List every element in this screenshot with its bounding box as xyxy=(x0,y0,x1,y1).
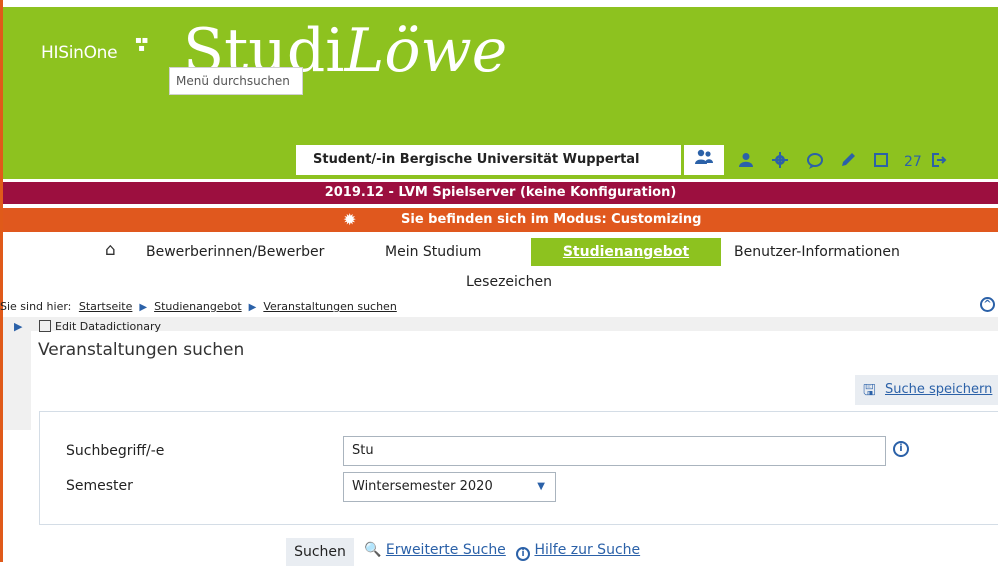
hisinone-text: HISinOne xyxy=(41,43,118,63)
edit-datadictionary-label: Edit Datadictionary xyxy=(55,320,161,333)
semester-label: Semester xyxy=(66,478,133,494)
users-icon xyxy=(695,149,713,164)
home-icon[interactable]: ⌂ xyxy=(105,236,116,264)
hisinone-dots-icon: ▪▪ ▪ xyxy=(135,35,148,54)
header: HISinOne ▪▪ ▪ StudiLöwe Menü durchsuchen… xyxy=(3,7,998,179)
advanced-search-link[interactable]: 🔍 Erweiterte Suche xyxy=(364,542,506,558)
page-title: Veranstaltungen suchen xyxy=(38,340,245,360)
main-navigation: ⌂ Bewerberinnen/Bewerber Mein Studium St… xyxy=(3,238,998,266)
edit-datadictionary-toggle[interactable]: Edit Datadictionary xyxy=(39,320,161,333)
semester-select[interactable]: Wintersemester 2020 ▼ xyxy=(343,472,556,502)
search-help-link[interactable]: i Hilfe zur Suche xyxy=(516,542,640,561)
chevron-right-icon: ▶ xyxy=(248,302,257,313)
search-form xyxy=(39,411,998,525)
floppy-disk-icon: 🖫 xyxy=(863,381,876,399)
expand-arrow-icon[interactable]: ▶ xyxy=(14,320,22,333)
toolbar-band xyxy=(31,317,998,331)
magnifier-icon: 🔍 xyxy=(364,542,382,558)
nav-item-bookmarks[interactable]: Lesezeichen xyxy=(466,274,552,290)
semester-value: Wintersemester 2020 xyxy=(352,479,493,494)
nav-item-my-studies[interactable]: Mein Studium xyxy=(385,238,481,266)
role-selector[interactable]: Student/-in Bergische Universität Wupper… xyxy=(296,145,681,175)
chevron-down-icon: ▼ xyxy=(537,481,545,492)
mode-text: Sie befinden sich im Modus: Customizing xyxy=(401,212,702,227)
menu-search-input[interactable]: Menü durchsuchen xyxy=(169,67,303,95)
search-term-label: Suchbegriff/-e xyxy=(66,443,165,459)
server-info-bar: 2019.12 - LVM Spielserver (keine Konfigu… xyxy=(3,182,998,204)
role-switch-button[interactable] xyxy=(684,145,724,175)
chat-icon[interactable] xyxy=(806,152,824,175)
search-term-input[interactable]: Stu xyxy=(343,436,886,466)
square-icon[interactable] xyxy=(873,152,889,173)
save-search-label: Suche speichern xyxy=(885,382,993,397)
pencil-icon[interactable] xyxy=(840,152,856,173)
breadcrumb-item-course-search[interactable]: Veranstaltungen suchen xyxy=(263,300,396,313)
nav-item-user-info[interactable]: Benutzer-Informationen xyxy=(734,238,900,266)
gear-icon: ✹ xyxy=(343,210,357,229)
mode-info-bar: ✹ Sie befinden sich im Modus: Customizin… xyxy=(3,208,998,232)
save-search-button[interactable]: 🖫 Suche speichern xyxy=(855,375,998,405)
checkbox[interactable] xyxy=(39,320,51,332)
side-panel-strip xyxy=(3,317,31,430)
logo-suffix: Löwe xyxy=(344,16,508,86)
search-help-label: Hilfe zur Suche xyxy=(534,542,641,558)
nav-item-applicants[interactable]: Bewerberinnen/Bewerber xyxy=(146,238,324,266)
hisinone-logo: HISinOne ▪▪ ▪ xyxy=(41,36,148,64)
breadcrumb-item-start[interactable]: Startseite xyxy=(79,300,133,313)
chevron-right-icon: ▶ xyxy=(139,302,148,313)
notification-count[interactable]: 27 xyxy=(904,154,922,170)
logout-icon[interactable] xyxy=(931,152,947,173)
gear-icon[interactable] xyxy=(772,152,788,173)
breadcrumb-prefix: Sie sind hier: xyxy=(0,300,72,313)
scroll-up-icon[interactable]: ^ xyxy=(980,297,995,312)
breadcrumb: Sie sind hier: Startseite ▶ Studienangebot… xyxy=(0,300,397,313)
info-icon: i xyxy=(516,547,530,561)
nav-item-course-offer[interactable]: Studienangebot xyxy=(531,238,721,266)
breadcrumb-item-course-offer[interactable]: Studienangebot xyxy=(154,300,242,313)
user-icon[interactable] xyxy=(738,152,754,173)
info-icon[interactable]: i xyxy=(893,441,909,457)
advanced-search-label: Erweiterte Suche xyxy=(385,542,506,558)
